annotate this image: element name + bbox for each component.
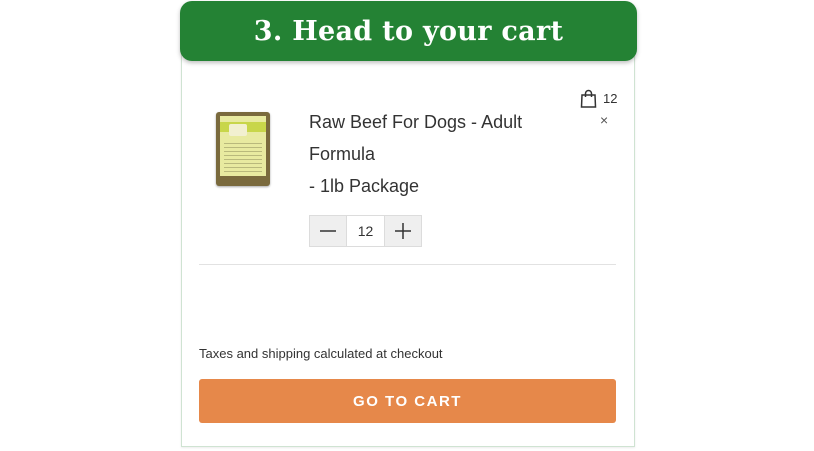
step-banner: 3. Head to your cart xyxy=(180,1,637,61)
tax-note: Taxes and shipping calculated at checkou… xyxy=(199,346,443,361)
product-title-line1: Raw Beef For Dogs - Adult Formula xyxy=(309,112,523,164)
product-title-line2: - 1lb Package xyxy=(309,176,420,196)
quantity-stepper: 12 xyxy=(309,215,422,247)
product-title-link[interactable]: Raw Beef For Dogs - Adult Formula - 1lb … xyxy=(309,106,571,202)
close-icon[interactable]: × xyxy=(600,112,608,128)
go-to-cart-button[interactable]: GO TO CART xyxy=(199,379,616,423)
product-image[interactable] xyxy=(216,112,270,186)
increase-quantity-button[interactable] xyxy=(385,216,421,246)
go-to-cart-label: GO TO CART xyxy=(353,392,462,410)
shopping-bag-icon xyxy=(580,89,597,108)
step-title: 3. Head to your cart xyxy=(253,15,564,47)
cart-button[interactable]: 12 xyxy=(580,89,617,108)
product-package-label xyxy=(220,116,266,176)
plus-icon xyxy=(395,223,411,239)
cart-count: 12 xyxy=(603,91,618,106)
decrease-quantity-button[interactable] xyxy=(310,216,346,246)
divider xyxy=(199,264,616,265)
quantity-input[interactable]: 12 xyxy=(346,216,385,246)
minus-icon xyxy=(320,230,336,232)
